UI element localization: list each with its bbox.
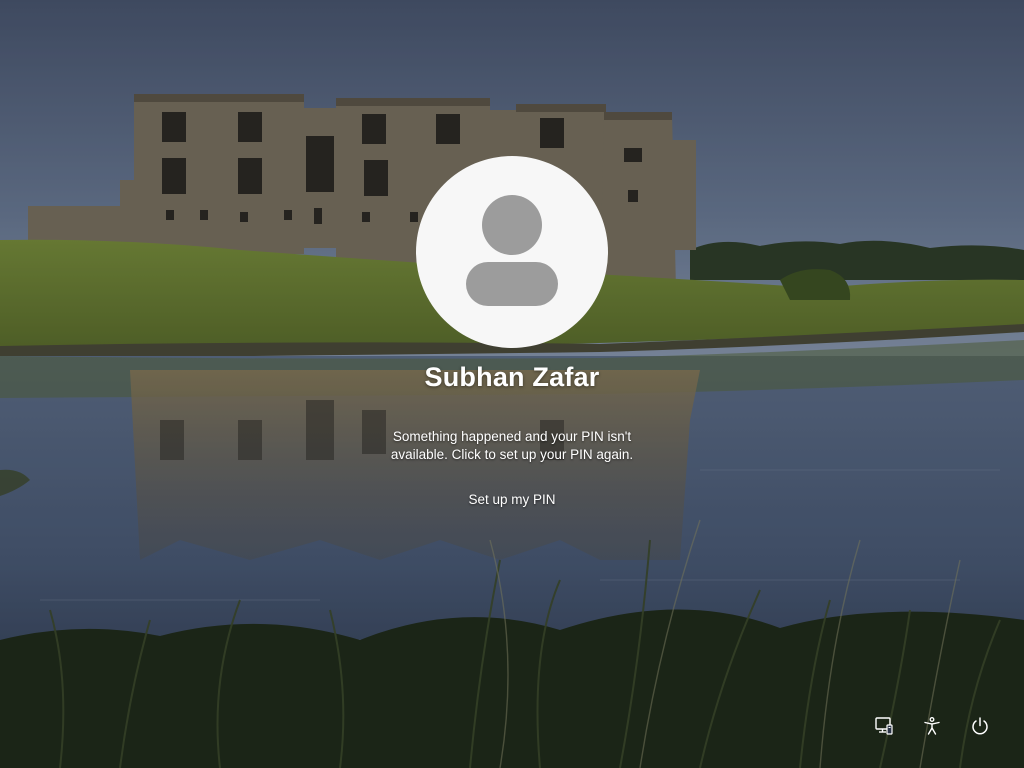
setup-pin-link[interactable]: Set up my PIN xyxy=(432,492,592,507)
network-button[interactable] xyxy=(868,710,900,742)
network-icon xyxy=(875,717,893,735)
user-name: Subhan Zafar xyxy=(424,362,600,392)
accessibility-icon xyxy=(924,717,940,735)
pin-error-line-2: available. Click to set up your PIN agai… xyxy=(390,447,634,462)
user-avatar xyxy=(416,156,608,348)
user-silhouette-icon xyxy=(466,195,558,306)
power-button[interactable] xyxy=(964,710,996,742)
lock-screen: Subhan Zafar Something happened and your… xyxy=(0,0,1024,768)
pin-error-line-1: Something happened and your PIN isn't xyxy=(392,429,632,444)
power-icon xyxy=(972,717,988,735)
pin-error-message: Something happened and your PIN isn't av… xyxy=(332,428,692,464)
accessibility-button[interactable] xyxy=(916,710,948,742)
